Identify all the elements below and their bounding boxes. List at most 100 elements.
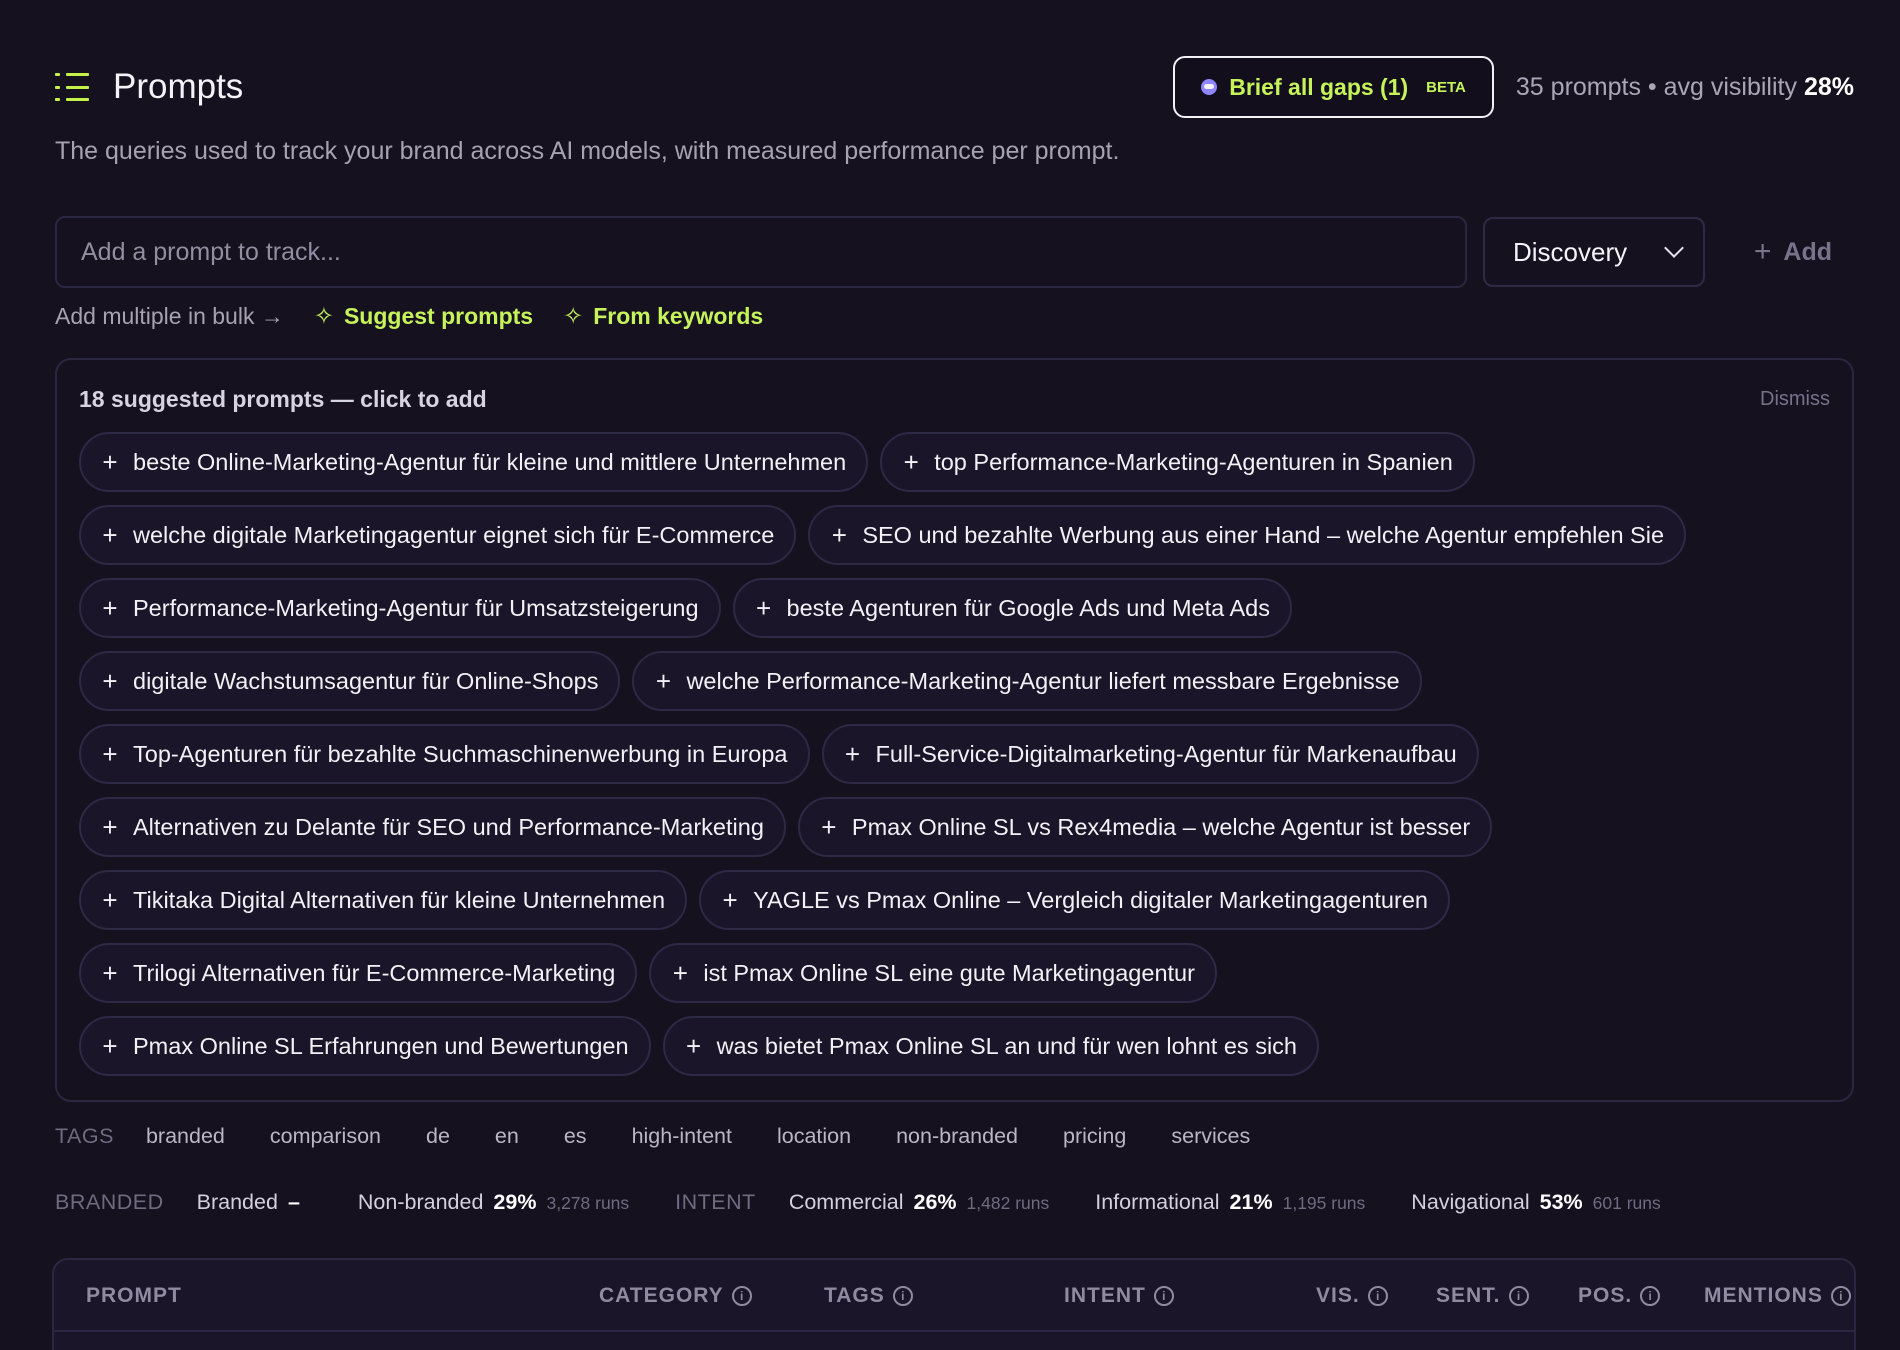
suggested-prompt-label: ist Pmax Online SL eine gute Marketingag… <box>703 959 1195 986</box>
plus-icon: + <box>1753 235 1772 268</box>
suggested-prompt-chip[interactable]: + was bietet Pmax Online SL an und für we… <box>662 1016 1319 1076</box>
from-keywords-label: From keywords <box>593 302 764 329</box>
suggested-prompt-label: digitale Wachstumsagentur für Online-Sho… <box>133 667 599 694</box>
column-header-intent[interactable]: INTENT i <box>1064 1284 1174 1308</box>
suggested-prompt-label: was bietet Pmax Online SL an und für wen… <box>716 1032 1297 1059</box>
suggested-prompts-panel: 18 suggested prompts — click to add Dism… <box>55 358 1854 1102</box>
branded-stat-value: – <box>287 1190 300 1214</box>
non-branded-stat-value: 29% <box>493 1190 537 1214</box>
tag-filter[interactable]: high-intent <box>632 1124 732 1149</box>
suggested-prompt-label: Full-Service-Digitalmarketing-Agentur fü… <box>875 740 1457 767</box>
tag-filter[interactable]: en <box>495 1124 519 1149</box>
tag-filter[interactable]: de <box>426 1124 450 1149</box>
column-header-prompt[interactable]: PROMPT <box>86 1284 182 1308</box>
suggested-prompts-title: 18 suggested prompts — click to add <box>79 386 487 412</box>
suggested-prompt-chip[interactable]: + ist Pmax Online SL eine gute Marketinga… <box>649 943 1217 1003</box>
info-icon[interactable]: i <box>1508 1286 1529 1306</box>
tag-filter[interactable]: pricing <box>1063 1124 1126 1149</box>
tag-filter[interactable]: comparison <box>270 1124 381 1149</box>
suggested-prompt-chip[interactable]: + welche digitale Marketingagentur eignet… <box>79 505 797 565</box>
informational-runs: 1,195 runs <box>1282 1193 1366 1213</box>
column-header-mentions[interactable]: MENTIONS i <box>1704 1284 1851 1308</box>
info-icon[interactable]: i <box>731 1286 752 1306</box>
visibility-stats-row: BRANDED Branded – Non-branded 29% 3,278 … <box>55 1190 1661 1215</box>
suggested-prompt-label: YAGLE vs Pmax Online – Vergleich digital… <box>753 886 1428 913</box>
robot-icon <box>1201 79 1218 95</box>
tag-filter[interactable]: branded <box>146 1124 225 1149</box>
column-header-position[interactable]: POS. i <box>1578 1284 1661 1308</box>
plus-icon: + <box>755 592 772 623</box>
suggested-prompt-chip[interactable]: + Trilogi Alternativen für E-Commerce-Mar… <box>79 943 638 1003</box>
plus-icon: + <box>722 884 738 915</box>
suggested-prompt-chip[interactable]: + Tikitaka Digital Alternativen für klein… <box>79 870 688 930</box>
suggested-prompt-chip[interactable]: + Pmax Online SL Erfahrungen und Bewertun… <box>79 1016 651 1076</box>
info-icon[interactable]: i <box>1830 1286 1851 1306</box>
suggestion-chip-row: + Top-Agenturen für bezahlte Suchmaschine… <box>79 724 1830 784</box>
plus-icon: + <box>102 811 118 842</box>
from-keywords-link[interactable]: ✧ From keywords <box>563 302 763 331</box>
tag-filter[interactable]: location <box>777 1124 851 1149</box>
suggested-prompt-label: welche digitale Marketingagentur eignet … <box>133 521 775 548</box>
suggested-prompt-label: Trilogi Alternativen für E-Commerce-Mark… <box>133 959 616 986</box>
suggested-prompt-chip[interactable]: + Performance-Marketing-Agentur für Umsat… <box>79 578 721 638</box>
add-bulk-link[interactable]: Add multiple in bulk → <box>55 303 284 330</box>
list-icon <box>55 73 89 101</box>
brief-all-gaps-button[interactable]: Brief all gaps (1) BETA <box>1173 56 1494 118</box>
tag-filter[interactable]: services <box>1171 1124 1250 1149</box>
plus-icon: + <box>102 665 118 696</box>
plus-icon: + <box>685 1030 702 1061</box>
non-branded-runs: 3,278 runs <box>546 1193 630 1213</box>
column-header-visibility[interactable]: VIS. i <box>1316 1284 1388 1308</box>
suggested-prompt-label: beste Agenturen für Google Ads und Meta … <box>786 594 1270 621</box>
suggested-prompt-label: Pmax Online SL vs Rex4media – welche Age… <box>851 813 1471 840</box>
plus-icon: + <box>655 665 672 696</box>
column-header-sentiment[interactable]: SENT. i <box>1436 1284 1529 1308</box>
category-selected-value: Discovery <box>1513 236 1628 267</box>
column-label: MENTIONS <box>1704 1284 1823 1307</box>
suggested-prompt-chip[interactable]: + Full-Service-Digitalmarketing-Agentur f… <box>821 724 1479 784</box>
prompt-input[interactable] <box>55 216 1467 288</box>
suggested-prompt-chip[interactable]: + digitale Wachstumsagentur für Online-Sh… <box>79 651 621 711</box>
add-button-label: Add <box>1783 237 1832 266</box>
suggested-prompt-chip[interactable]: + Top-Agenturen für bezahlte Suchmaschine… <box>79 724 810 784</box>
suggested-prompt-chip[interactable]: + top Performance-Marketing-Agenturen in … <box>880 432 1475 492</box>
suggested-prompt-chip[interactable]: + Alternativen zu Delante für SEO und Per… <box>79 797 786 857</box>
tag-filter[interactable]: es <box>564 1124 587 1149</box>
suggested-prompt-chip[interactable]: + SEO und bezahlte Werbung aus einer Hand… <box>808 505 1687 565</box>
suggested-prompt-chip[interactable]: + beste Agenturen für Google Ads und Meta… <box>732 578 1292 638</box>
add-button[interactable]: + Add <box>1754 235 1832 269</box>
prompt-summary: 35 prompts • avg visibility 28% <box>1516 73 1854 102</box>
commercial-stat-value: 26% <box>913 1190 957 1214</box>
suggested-prompt-chip[interactable]: + beste Online-Marketing-Agentur für klei… <box>79 432 869 492</box>
column-header-tags[interactable]: TAGS i <box>824 1284 913 1308</box>
suggestion-chip-row: + Performance-Marketing-Agentur für Umsat… <box>79 578 1830 638</box>
column-header-category[interactable]: CATEGORY i <box>599 1284 752 1308</box>
plus-icon: + <box>102 519 118 550</box>
plus-icon: + <box>821 811 837 842</box>
info-icon[interactable]: i <box>892 1286 913 1306</box>
sparkle-icon: ✧ <box>563 302 584 330</box>
suggestion-chip-row: + Tikitaka Digital Alternativen für klein… <box>79 870 1830 930</box>
column-label: PROMPT <box>86 1284 182 1307</box>
category-select[interactable]: Discovery <box>1483 217 1705 287</box>
informational-stat-name: Informational <box>1095 1190 1220 1214</box>
suggested-prompt-chip[interactable]: + welche Performance-Marketing-Agentur li… <box>632 651 1422 711</box>
column-label: CATEGORY <box>599 1284 724 1307</box>
dismiss-button[interactable]: Dismiss <box>1760 388 1830 411</box>
info-icon[interactable]: i <box>1640 1286 1661 1306</box>
suggestion-chip-row: + Pmax Online SL Erfahrungen und Bewertun… <box>79 1016 1830 1076</box>
plus-icon: + <box>102 957 118 988</box>
plus-icon: + <box>672 957 688 988</box>
plus-icon: + <box>102 592 118 623</box>
plus-icon: + <box>102 446 118 477</box>
suggest-prompts-link[interactable]: ✧ Suggest prompts <box>314 302 533 331</box>
suggestion-chip-row: + digitale Wachstumsagentur für Online-Sh… <box>79 651 1830 711</box>
column-label: POS. <box>1578 1284 1633 1307</box>
info-icon[interactable]: i <box>1153 1286 1174 1306</box>
suggested-prompt-chip[interactable]: + YAGLE vs Pmax Online – Vergleich digita… <box>699 870 1450 930</box>
branded-stat-name: Branded <box>196 1190 278 1214</box>
suggested-prompt-label: beste Online-Marketing-Agentur für klein… <box>133 448 847 475</box>
info-icon[interactable]: i <box>1367 1286 1388 1306</box>
suggested-prompt-chip[interactable]: + Pmax Online SL vs Rex4media – welche Ag… <box>797 797 1493 857</box>
tag-filter[interactable]: non-branded <box>896 1124 1018 1149</box>
